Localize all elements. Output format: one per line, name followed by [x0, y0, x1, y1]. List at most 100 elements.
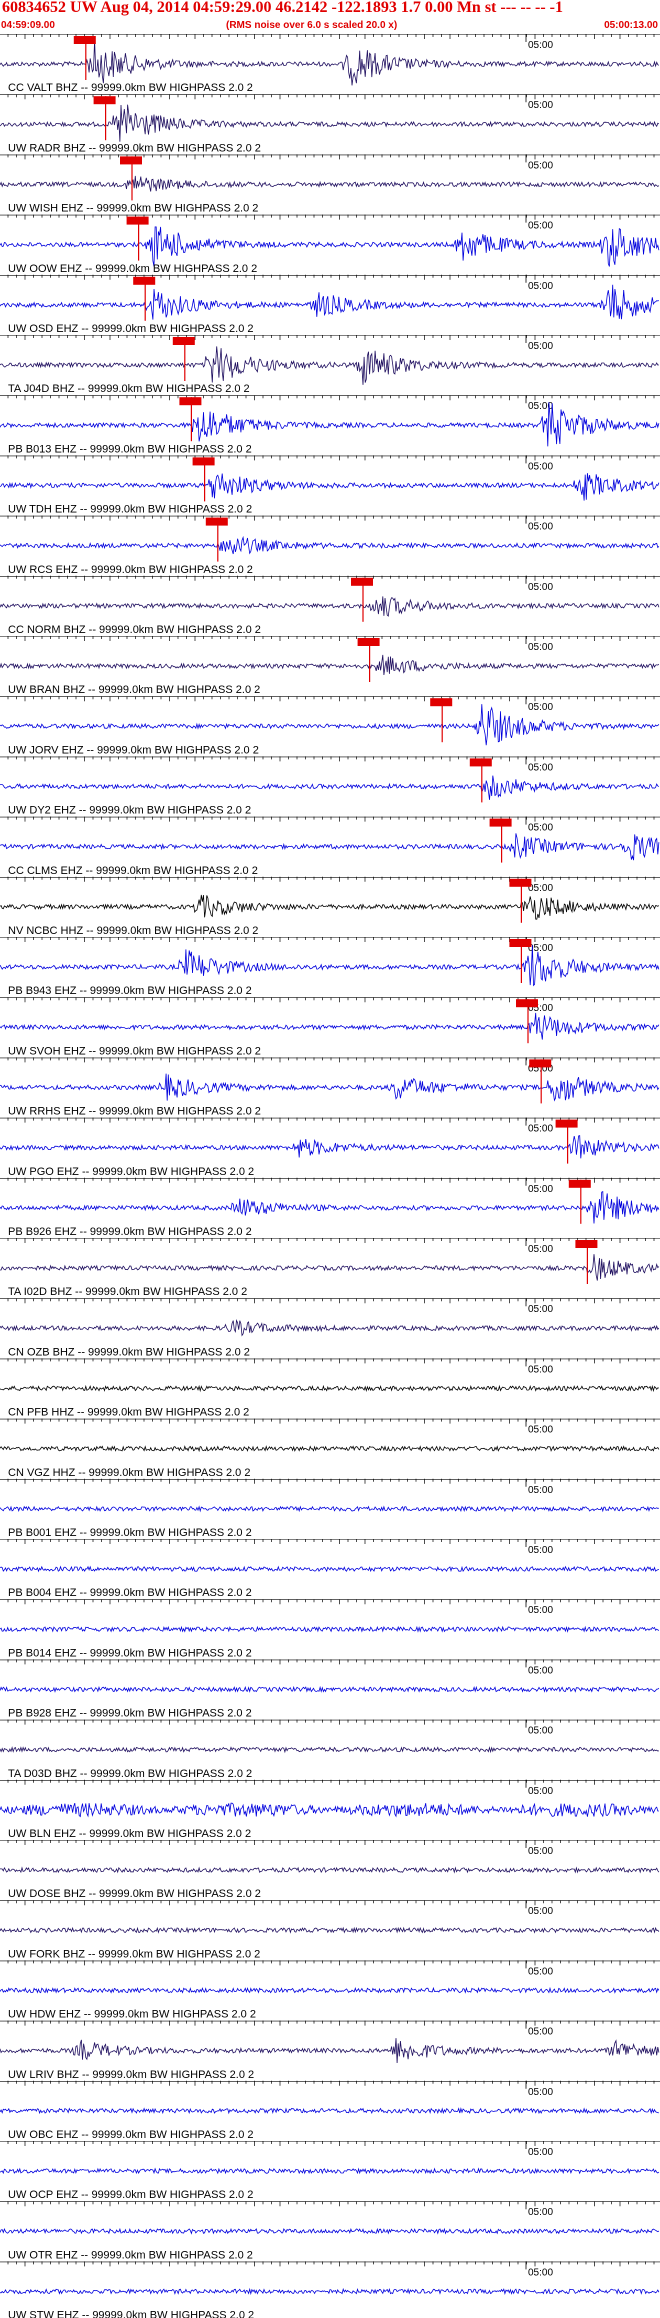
- station-label: CN PFB HHZ -- 99999.0km BW HIGHPASS 2.0 …: [8, 1407, 249, 1419]
- waveform: [0, 1319, 660, 1337]
- time-marker-label: 05:00: [528, 1364, 553, 1375]
- time-marker-label: 05:00: [528, 1244, 553, 1255]
- waveform: [0, 1190, 660, 1224]
- waveform: [0, 104, 660, 142]
- trace-row: 05:00PB B943 EHZ -- 99999.0km BW HIGHPAS…: [0, 937, 660, 997]
- station-label: CC NORM BHZ -- 99999.0km BW HIGHPASS 2.0…: [8, 624, 261, 636]
- seismogram-panel: 05:00 CC VALT BHZ -- 99999.0km BW HIGHPAS…: [0, 34, 660, 2318]
- station-label: UW OOW EHZ -- 99999.0km BW HIGHPASS 2.0 …: [8, 263, 257, 275]
- station-label: UW DOSE BHZ -- 99999.0km BW HIGHPASS 2.0…: [8, 1888, 261, 1900]
- station-label: PB B928 EHZ -- 99999.0km BW HIGHPASS 2.0…: [8, 1708, 252, 1720]
- trace-row: 05:00 TA I02D BHZ -- 99999.0km BW HIGHPAS…: [0, 1238, 660, 1298]
- trace-row: 05:00 CN VGZ HHZ -- 99999.0km BW HIGHPASS…: [0, 1418, 660, 1479]
- waveform: [0, 226, 660, 267]
- time-marker-label: 05:00: [528, 1966, 553, 1977]
- station-label: NV NCBC HHZ -- 99999.0km BW HIGHPASS 2.0…: [8, 925, 258, 937]
- station-label: CC VALT BHZ -- 99999.0km BW HIGHPASS 2.0…: [8, 82, 253, 94]
- station-label: PB B943 EHZ -- 99999.0km BW HIGHPASS 2.0…: [8, 985, 252, 997]
- station-label: UW RCS EHZ -- 99999.0km BW HIGHPASS 2.0 …: [8, 564, 253, 576]
- station-label: UW PGO EHZ -- 99999.0km BW HIGHPASS 2.0 …: [8, 1166, 254, 1178]
- waveform: [0, 175, 660, 192]
- station-label: TA D03D BHZ -- 99999.0km BW HIGHPASS 2.0…: [8, 1768, 252, 1780]
- pick-flag: [120, 156, 142, 165]
- waveform: [0, 1565, 660, 1573]
- pick-flag: [516, 999, 538, 1008]
- waveform: [0, 473, 660, 501]
- station-label: UW RADR BHZ -- 99999.0km BW HIGHPASS 2.0…: [8, 142, 261, 154]
- trace-row: 05:00 TA D03D BHZ -- 99999.0km BW HIGHPAS…: [0, 1719, 660, 1780]
- station-label: CN OZB BHZ -- 99999.0km BW HIGHPASS 2.0 …: [8, 1346, 250, 1358]
- station-label: UW DY2 EHZ -- 99999.0km BW HIGHPASS 2.0 …: [8, 805, 251, 817]
- time-marker-label: 05:00: [528, 883, 553, 894]
- time-marker-label: 05:00: [528, 642, 553, 653]
- time-marker-label: 05:00: [528, 1665, 553, 1676]
- waveform: [0, 1866, 660, 1874]
- station-label: UW BLN EHZ -- 99999.0km BW HIGHPASS 2.0 …: [8, 1828, 251, 1840]
- trace-row: 05:00 UW LRIV BHZ -- 99999.0km BW HIGHPAS…: [0, 2020, 660, 2081]
- station-label: UW OTR EHZ -- 99999.0km BW HIGHPASS 2.0 …: [8, 2249, 253, 2261]
- pick-flag: [126, 216, 149, 225]
- pick-flag: [555, 1119, 578, 1128]
- pick-flag: [179, 397, 202, 406]
- trace-row: 05:00 UW OSD EHZ -- 99999.0km BW HIGHPASS…: [0, 274, 660, 335]
- station-label: UW OSD EHZ -- 99999.0km BW HIGHPASS 2.0 …: [8, 323, 254, 335]
- station-label: UW STW EHZ -- 99999.0km BW HIGHPASS 2.0 …: [8, 2310, 254, 2318]
- time-marker-label: 05:00: [528, 1846, 553, 1857]
- pick-flag: [133, 276, 156, 285]
- waveform: [0, 1685, 660, 1693]
- time-marker-label: 05:00: [528, 1726, 553, 1737]
- trace-row: 05:00 UW OOW EHZ -- 99999.0km BW HIGHPASS…: [0, 214, 660, 275]
- time-marker-label: 05:00: [528, 100, 553, 111]
- waveform: [0, 346, 659, 385]
- time-marker-label: 05:00: [528, 2267, 553, 2278]
- waveform: [0, 1505, 660, 1513]
- trace-row: 05:00 UW OCP EHZ -- 99999.0km BW HIGHPASS…: [0, 2141, 660, 2201]
- time-marker-label: 05:00: [528, 1304, 553, 1315]
- station-label: UW SVOH EHZ -- 99999.0km BW HIGHPASS 2.0…: [8, 1045, 261, 1057]
- time-marker-label: 05:00: [528, 461, 553, 472]
- station-label: CC CLMS EHZ -- 99999.0km BW HIGHPASS 2.0…: [8, 865, 258, 877]
- trace-row: 05:00 UW HDW EHZ -- 99999.0km BW HIGHPASS…: [0, 1960, 660, 2021]
- station-label: TA I02D BHZ -- 99999.0km BW HIGHPASS 2.0…: [8, 1286, 247, 1298]
- station-label: UW HDW EHZ -- 99999.0km BW HIGHPASS 2.0 …: [8, 2009, 256, 2021]
- trace-row: 05:00 UW OBC EHZ -- 99999.0km BW HIGHPASS…: [0, 2080, 660, 2141]
- trace-row: 05:00 PB B014 EHZ -- 99999.0km BW HIGHPAS…: [0, 1599, 660, 1659]
- trace-row: 05:00 PB B004 EHZ -- 99999.0km BW HIGHPAS…: [0, 1539, 660, 1599]
- trace-row: 05:00 UW PGO EHZ -- 99999.0km BW HIGHPASS…: [0, 1117, 660, 1178]
- waveform: [0, 1384, 660, 1393]
- trace-row: 05:00 UW BRAN BHZ -- 99999.0km BW HIGHPAS…: [0, 636, 660, 696]
- waveform: [0, 1445, 660, 1453]
- waveform: [0, 596, 660, 617]
- time-marker-label: 05:00: [528, 2087, 553, 2098]
- station-label: UW OCP EHZ -- 99999.0km BW HIGHPASS 2.0 …: [8, 2189, 253, 2201]
- trace-row: 05:00 CC VALT BHZ -- 99999.0km BW HIGHPAS…: [0, 34, 660, 94]
- station-label: CN VGZ HHZ -- 99999.0km BW HIGHPASS 2.0 …: [8, 1467, 250, 1479]
- station-label: PB B013 EHZ -- 99999.0km BW HIGHPASS 2.0…: [8, 443, 252, 455]
- station-label: TA J04D BHZ -- 99999.0km BW HIGHPASS 2.0…: [8, 383, 250, 395]
- pick-flag: [172, 337, 195, 345]
- trace-row: 05:00 PB B001 EHZ -- 99999.0km BW HIGHPAS…: [0, 1478, 660, 1539]
- pick-flag: [469, 758, 492, 767]
- time-marker-label: 05:00: [528, 823, 553, 834]
- waveform: [0, 1254, 660, 1281]
- station-label: UW FORK BHZ -- 99999.0km BW HIGHPASS 2.0…: [8, 1948, 260, 1960]
- waveform: [0, 1073, 660, 1102]
- trace-row: 05:00 UW JORV EHZ -- 99999.0km BW HIGHPAS…: [0, 696, 660, 756]
- pick-flag: [509, 878, 532, 887]
- trace-row: 05:00 UW DOSE BHZ -- 99999.0km BW HIGHPAS…: [0, 1840, 660, 1900]
- trace-row: 05:00 TA J04D BHZ -- 99999.0km BW HIGHPAS…: [0, 335, 660, 395]
- time-marker-label: 05:00: [528, 762, 553, 773]
- time-marker-label: 05:00: [528, 522, 553, 533]
- waveform: [0, 945, 660, 987]
- trace-row: 05:00UW SVOH EHZ -- 99999.0km BW HIGHPAS…: [0, 997, 660, 1057]
- time-marker-label: 05:00: [528, 281, 553, 292]
- station-label: PB B004 EHZ -- 99999.0km BW HIGHPASS 2.0…: [8, 1587, 252, 1599]
- time-marker-label: 05:00: [528, 1545, 553, 1556]
- time-marker-label: 05:00: [528, 2207, 553, 2218]
- waveform: [0, 535, 660, 555]
- time-marker-label: 05:00: [528, 702, 553, 713]
- trace-row: 05:00 CN PFB HHZ -- 99999.0km BW HIGHPASS…: [0, 1358, 660, 1419]
- station-label: UW BRAN BHZ -- 99999.0km BW HIGHPASS 2.0…: [8, 684, 260, 696]
- time-marker-label: 05:00: [528, 1906, 553, 1917]
- trace-row: 05:00 CC NORM BHZ -- 99999.0km BW HIGHPAS…: [0, 575, 660, 636]
